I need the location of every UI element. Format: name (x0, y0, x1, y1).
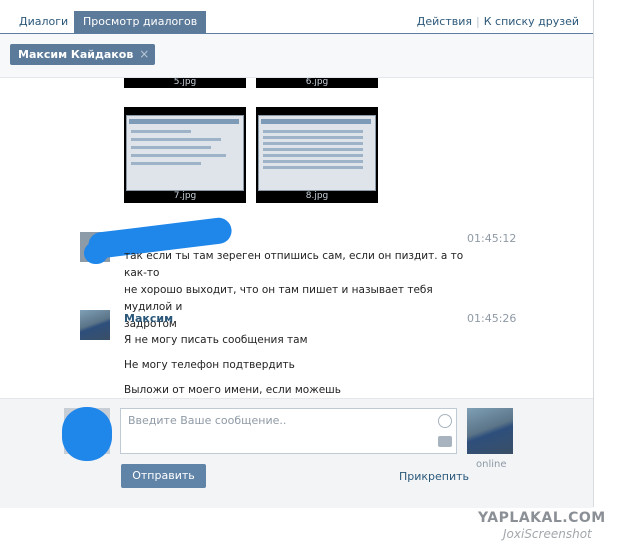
message-placeholder: Введите Ваше сообщение.. (128, 414, 287, 427)
message-author[interactable]: Максим (124, 312, 173, 325)
dialog-window: Диалоги Просмотр диалогов Действия | К спи… (0, 0, 594, 508)
site-watermark: YAPLAKAL.COM (478, 510, 606, 526)
tab-dialogs[interactable]: Диалоги (10, 11, 77, 33)
attachment-image-7[interactable]: 7.jpg (124, 107, 246, 203)
link-separator: | (476, 15, 480, 28)
message-time: 01:45:26 (467, 312, 517, 325)
message-time: 01:45:12 (467, 232, 517, 245)
attachment-image-8[interactable]: 8.jpg (256, 107, 378, 203)
message-composer: Введите Ваше сообщение.. online Отправит… (0, 398, 593, 508)
chip-name: Максим Кайдаков (18, 48, 134, 61)
send-button[interactable]: Отправить (121, 464, 206, 488)
friends-list-link[interactable]: К списку друзей (484, 15, 579, 28)
attachment-caption-6: 6.jpg (256, 78, 378, 88)
recipient-avatar[interactable] (467, 408, 513, 454)
screenshot-thumbnail (126, 115, 244, 191)
conversation-chip[interactable]: Максим Кайдаков × (10, 44, 156, 65)
top-bar: Диалоги Просмотр диалогов Действия | К спи… (0, 0, 593, 34)
message-line: не хорошо выходит, что он там пишет и на… (124, 284, 433, 313)
attachment-caption: 8.jpg (305, 191, 329, 201)
attachment-caption: 7.jpg (173, 191, 197, 201)
message-line: Я не могу писать сообщения там (124, 334, 308, 346)
redaction-mark (62, 407, 112, 461)
message-text: Я не могу писать сообщения там Не могу т… (124, 328, 464, 403)
attachment-caption-5: 5.jpg (124, 78, 246, 88)
screenshot-thumbnail (258, 115, 376, 191)
attach-link[interactable]: Прикрепить (399, 470, 469, 483)
message-input[interactable]: Введите Ваше сообщение.. (120, 408, 457, 454)
avatar[interactable] (80, 310, 110, 340)
close-icon[interactable]: × (139, 44, 149, 65)
actions-link[interactable]: Действия (417, 15, 472, 28)
top-links: Действия | К списку друзей (417, 15, 579, 28)
message-text: так если ты там зереген отпишись сам, ес… (124, 248, 464, 333)
message-line: Не могу телефон подтвердить (124, 359, 295, 371)
online-status: online (476, 459, 507, 470)
smile-icon[interactable] (438, 414, 452, 428)
conversation-bar: Максим Кайдаков × (0, 34, 593, 78)
message-line: так если ты там зереген отпишись сам, ес… (124, 250, 464, 279)
screenshot-watermark: JoxiScreenshot (503, 527, 592, 541)
camera-icon[interactable] (438, 436, 452, 447)
tab-view-dialogs[interactable]: Просмотр диалогов (74, 11, 207, 33)
redaction-mark (84, 242, 108, 264)
